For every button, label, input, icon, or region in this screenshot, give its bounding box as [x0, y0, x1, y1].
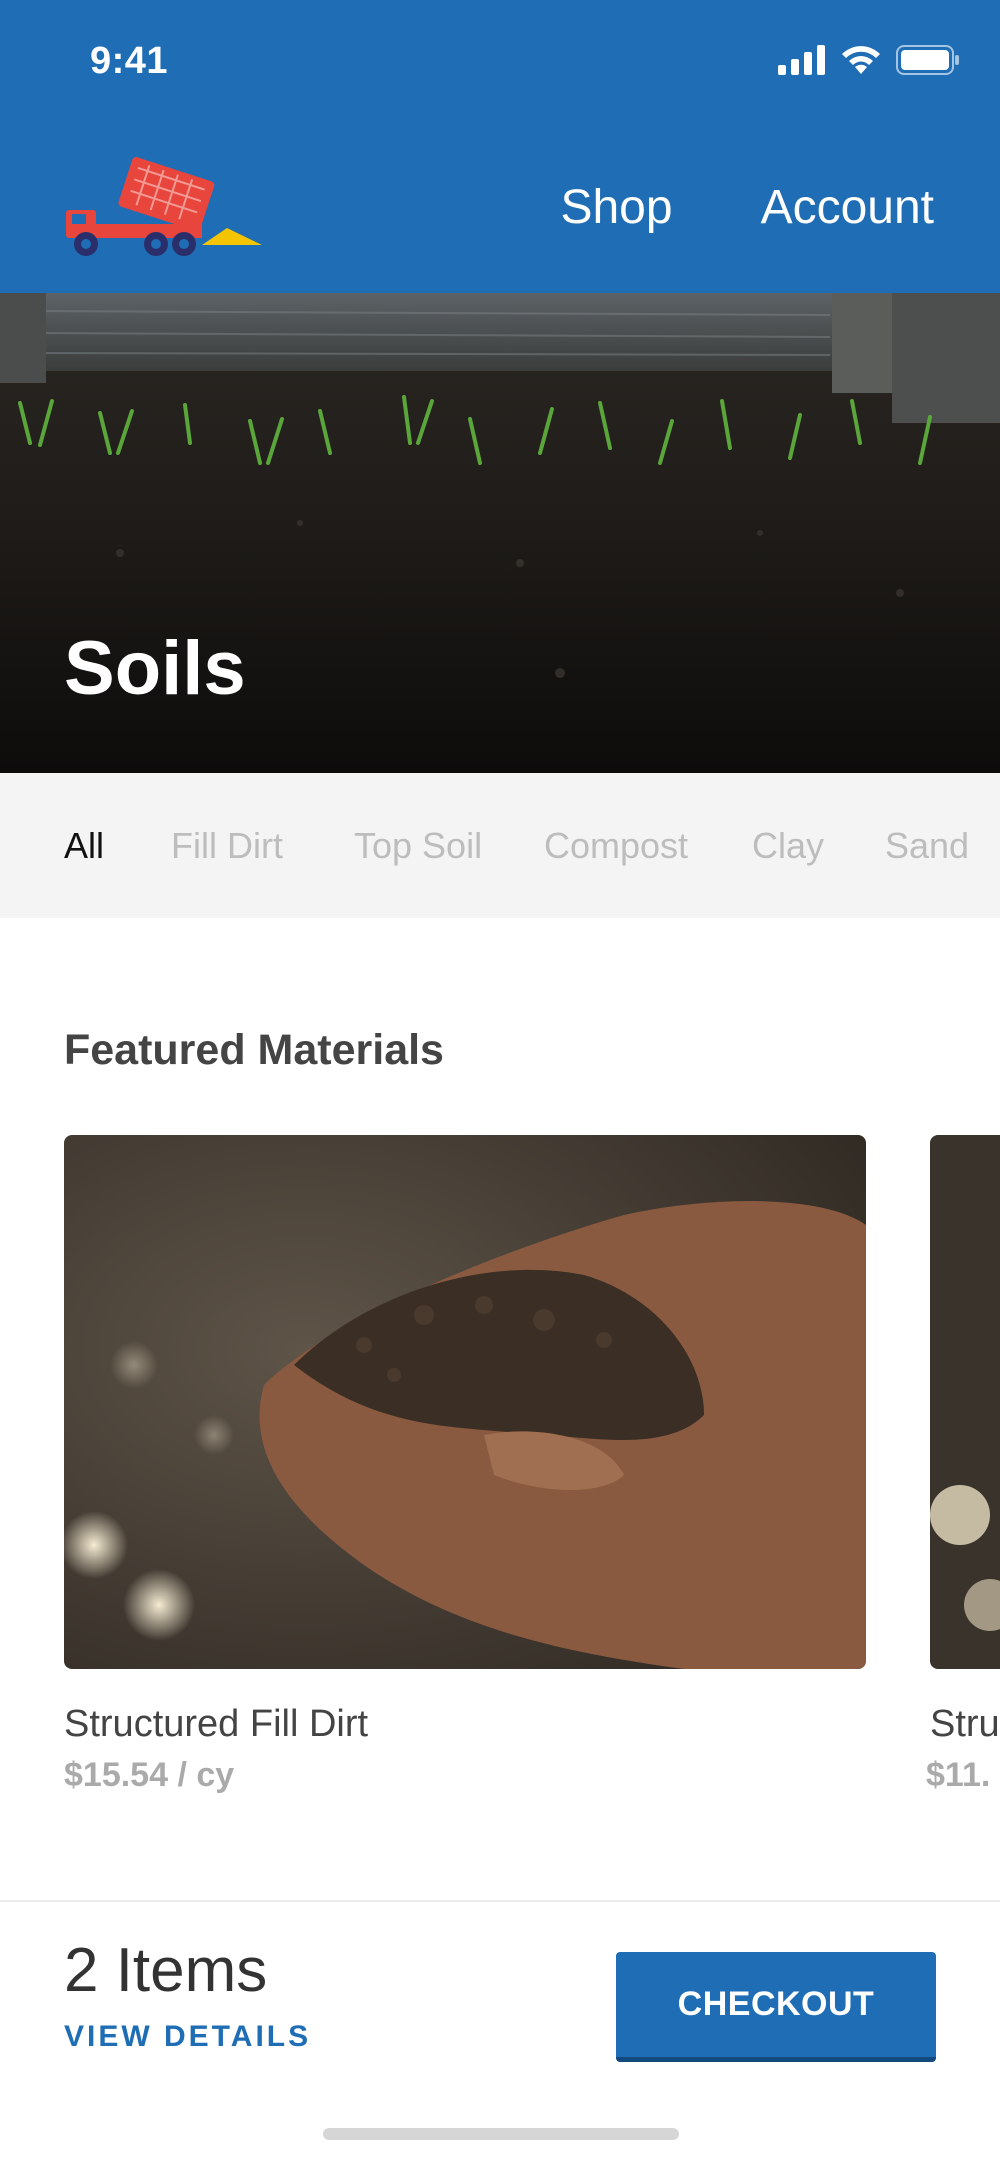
product-card-image[interactable] — [64, 1135, 866, 1669]
nav-shop-link[interactable]: Shop — [560, 180, 672, 235]
soil-hands-image — [64, 1135, 866, 1669]
cart-item-count: 2 Items — [64, 1936, 268, 2005]
product-price: $15.54 / cy — [64, 1756, 235, 1794]
hero-banner: Soils — [0, 293, 1000, 773]
dump-truck-logo-icon[interactable] — [62, 150, 272, 260]
product-image-peek — [930, 1135, 1000, 1669]
top-nav: Shop Account — [560, 180, 934, 235]
tab-clay[interactable]: Clay — [752, 825, 824, 867]
tab-fill-dirt[interactable]: Fill Dirt — [171, 825, 283, 867]
product-price-peek: $11. — [926, 1756, 991, 1794]
signal-icon — [778, 45, 825, 75]
home-indicator — [323, 2128, 679, 2140]
product-name[interactable]: Structured Fill Dirt — [64, 1703, 368, 1746]
status-icons — [778, 44, 960, 76]
app-header: 9:41 Shop Account — [0, 0, 1000, 293]
tab-sand[interactable]: Sand — [885, 825, 969, 867]
tab-all[interactable]: All — [64, 825, 104, 867]
status-time: 9:41 — [90, 40, 169, 82]
battery-icon — [896, 45, 959, 75]
nav-account-link[interactable]: Account — [761, 180, 934, 235]
featured-section-title: Featured Materials — [64, 1026, 444, 1074]
wifi-icon — [842, 46, 880, 74]
category-tabs: All Fill Dirt Top Soil Compost Clay Sand — [0, 773, 1000, 918]
tab-top-soil[interactable]: Top Soil — [354, 825, 482, 867]
tab-compost[interactable]: Compost — [544, 825, 688, 867]
product-name-peek[interactable]: Stru — [930, 1703, 1000, 1746]
page-title: Soils — [64, 626, 246, 711]
checkout-button[interactable]: CHECKOUT — [616, 1952, 936, 2062]
view-details-link[interactable]: VIEW DETAILS — [64, 2020, 311, 2054]
product-card-image-peek[interactable] — [930, 1135, 1000, 1669]
